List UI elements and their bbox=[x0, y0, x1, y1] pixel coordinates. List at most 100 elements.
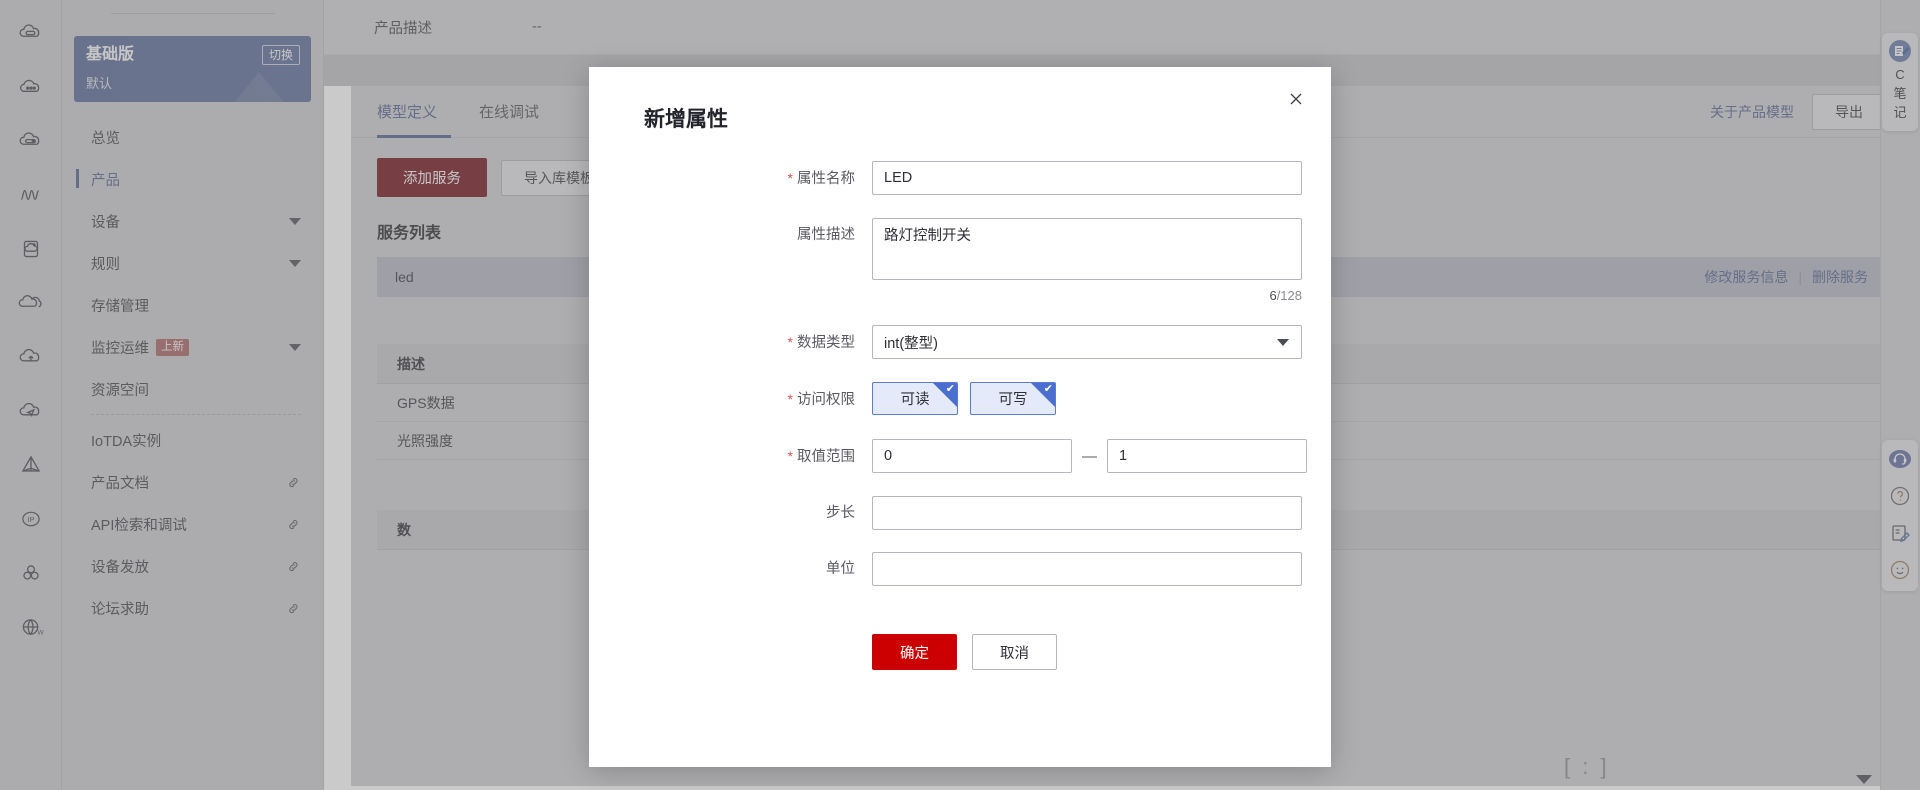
confirm-button[interactable]: 确定 bbox=[872, 634, 957, 670]
cloud-database-icon[interactable] bbox=[8, 114, 54, 168]
add-property-dialog: 新增属性 *属性名称 属性描述 路灯控制开关 6/128 bbox=[589, 67, 1331, 767]
cloud-server-icon[interactable] bbox=[8, 6, 54, 60]
label-value-range: * 取值范围 bbox=[589, 439, 872, 474]
loading-indicator: [ : ] bbox=[1564, 754, 1610, 779]
sidebar-item-storage[interactable]: 存储管理 bbox=[62, 284, 323, 326]
permission-chip-writable[interactable]: 可写 ✔ bbox=[970, 382, 1056, 415]
product-description-value: -- bbox=[532, 19, 542, 35]
label-data-type: * 数据类型 bbox=[589, 325, 872, 360]
chip-label: 可读 bbox=[900, 392, 930, 408]
property-form: *属性名称 属性描述 路灯控制开关 6/128 bbox=[589, 133, 1331, 670]
form-row-range: *取值范围 — bbox=[589, 439, 1331, 474]
access-permission-group: 可读 ✔ 可写 ✔ bbox=[872, 382, 1331, 415]
sidebar-item-label: API检索和调试 bbox=[91, 517, 187, 534]
service-name: led bbox=[395, 269, 414, 285]
chevron-down-icon bbox=[289, 343, 301, 351]
scroll-down-icon[interactable] bbox=[1856, 775, 1872, 784]
sidebar-item-api-explorer[interactable]: API检索和调试 bbox=[62, 503, 323, 545]
feedback-edit-icon[interactable] bbox=[1888, 521, 1912, 545]
value-range-group: — bbox=[872, 439, 1331, 473]
delete-service-link[interactable]: 删除服务 bbox=[1812, 267, 1868, 287]
cluster-icon[interactable] bbox=[8, 546, 54, 600]
sidebar-item-overview[interactable]: 总览 bbox=[62, 116, 323, 158]
action-separator: | bbox=[1798, 269, 1802, 285]
multi-cloud-icon[interactable] bbox=[8, 276, 54, 330]
cloud-upload-icon[interactable] bbox=[8, 330, 54, 384]
sidebar-divider bbox=[110, 13, 275, 14]
service-icon-rail: IP W bbox=[0, 0, 62, 790]
dialog-actions: 确定 取消 bbox=[589, 608, 1331, 670]
sidebar-item-forum-help[interactable]: 论坛求助 bbox=[62, 587, 323, 629]
permission-chip-readable[interactable]: 可读 ✔ bbox=[872, 382, 958, 415]
sidebar-nav: 总览 产品 设备 规则 存储管理 监控运维 上新 资源空间 IoTDA实例 产品… bbox=[62, 116, 323, 629]
sidebar-item-device-provisioning[interactable]: 设备发放 bbox=[62, 545, 323, 587]
counter-max: /128 bbox=[1276, 288, 1302, 303]
form-row-step: 步长 bbox=[589, 496, 1331, 530]
property-description-textarea[interactable]: 路灯控制开关 bbox=[872, 218, 1302, 280]
label-text: 步长 bbox=[826, 505, 855, 521]
unit-input[interactable] bbox=[872, 552, 1302, 586]
smiley-icon[interactable] bbox=[1888, 558, 1912, 582]
external-link-icon bbox=[286, 601, 301, 616]
plan-switch-button[interactable]: 切换 bbox=[261, 45, 300, 65]
sidebar-item-label: 存储管理 bbox=[91, 298, 149, 315]
sidebar-item-devices[interactable]: 设备 bbox=[62, 200, 323, 242]
headset-icon[interactable] bbox=[1888, 447, 1912, 471]
cloud-dots-icon[interactable] bbox=[8, 60, 54, 114]
label-text: 取值范围 bbox=[797, 449, 855, 465]
edit-service-link[interactable]: 修改服务信息 bbox=[1704, 267, 1788, 287]
notebook-pen-icon bbox=[1888, 39, 1912, 63]
label-text: 属性描述 bbox=[797, 227, 855, 243]
range-min-input[interactable] bbox=[872, 439, 1072, 473]
counter-current: 6 bbox=[1269, 288, 1277, 303]
sidebar-item-label: IoTDA实例 bbox=[91, 433, 162, 450]
required-asterisk: * bbox=[787, 391, 793, 407]
pyramid-icon[interactable] bbox=[8, 438, 54, 492]
device-card-icon[interactable] bbox=[8, 222, 54, 276]
sidebar-item-monitoring[interactable]: 监控运维 上新 bbox=[62, 326, 323, 368]
screen-root: IP W 基础版 默认 切换 总览 产品 设备 规则 存储管理 监控运维 上新 … bbox=[0, 0, 1920, 790]
label-unit: 单位 bbox=[589, 552, 872, 586]
status-badge: 上新 bbox=[156, 338, 189, 356]
svg-text:W: W bbox=[37, 630, 44, 637]
sidebar-item-label: 产品文档 bbox=[91, 475, 149, 492]
cancel-button[interactable]: 取消 bbox=[972, 634, 1057, 670]
form-row-description: 属性描述 路灯控制开关 6/128 bbox=[589, 218, 1331, 303]
range-max-input[interactable] bbox=[1107, 439, 1307, 473]
tab-online-debug[interactable]: 在线调试 bbox=[479, 86, 539, 138]
label-text: 单位 bbox=[826, 561, 855, 577]
export-button[interactable]: 导出 bbox=[1812, 93, 1886, 130]
question-circle-icon[interactable] bbox=[1888, 484, 1912, 508]
globe-web-icon[interactable]: W bbox=[8, 600, 54, 654]
data-type-select[interactable] bbox=[872, 325, 1302, 359]
sidebar-item-rules[interactable]: 规则 bbox=[62, 242, 323, 284]
product-description-row: 产品描述 -- bbox=[324, 0, 1920, 55]
sidebar-item-label: 设备发放 bbox=[91, 559, 149, 576]
cloud-send-icon[interactable] bbox=[8, 384, 54, 438]
tab-label: 模型定义 bbox=[377, 104, 438, 121]
note-widget[interactable]: C 笔 记 bbox=[1882, 33, 1918, 131]
form-row-access: * 访问权限 可读 ✔ 可写 ✔ bbox=[589, 382, 1331, 417]
sidebar-item-label: 论坛求助 bbox=[91, 601, 149, 618]
ip-circle-icon[interactable]: IP bbox=[8, 492, 54, 546]
property-name-input[interactable] bbox=[872, 161, 1302, 195]
tab-model-definition[interactable]: 模型定义 bbox=[377, 86, 452, 138]
plan-card[interactable]: 基础版 默认 切换 bbox=[74, 36, 311, 102]
label-step: 步长 bbox=[589, 496, 872, 530]
step-input[interactable] bbox=[872, 496, 1302, 530]
sidebar-item-label: 资源空间 bbox=[91, 382, 149, 399]
sidebar-item-iotda-instance[interactable]: IoTDA实例 bbox=[62, 419, 323, 461]
add-service-button[interactable]: 添加服务 bbox=[377, 158, 487, 197]
about-product-model-link[interactable]: 关于产品模型 bbox=[1710, 102, 1794, 122]
form-row-unit: 单位 bbox=[589, 552, 1331, 586]
sidebar-item-products[interactable]: 产品 bbox=[62, 158, 323, 200]
label-access-permission: * 访问权限 bbox=[589, 382, 872, 417]
sidebar-item-label: 产品 bbox=[91, 172, 120, 189]
chevron-down-icon bbox=[289, 217, 301, 225]
wave-icon[interactable] bbox=[8, 168, 54, 222]
sidebar-item-product-docs[interactable]: 产品文档 bbox=[62, 461, 323, 503]
close-icon[interactable] bbox=[1285, 88, 1307, 110]
check-icon: ✔ bbox=[1043, 383, 1053, 395]
help-widget bbox=[1882, 440, 1918, 591]
sidebar-item-resource-space[interactable]: 资源空间 bbox=[62, 368, 323, 410]
